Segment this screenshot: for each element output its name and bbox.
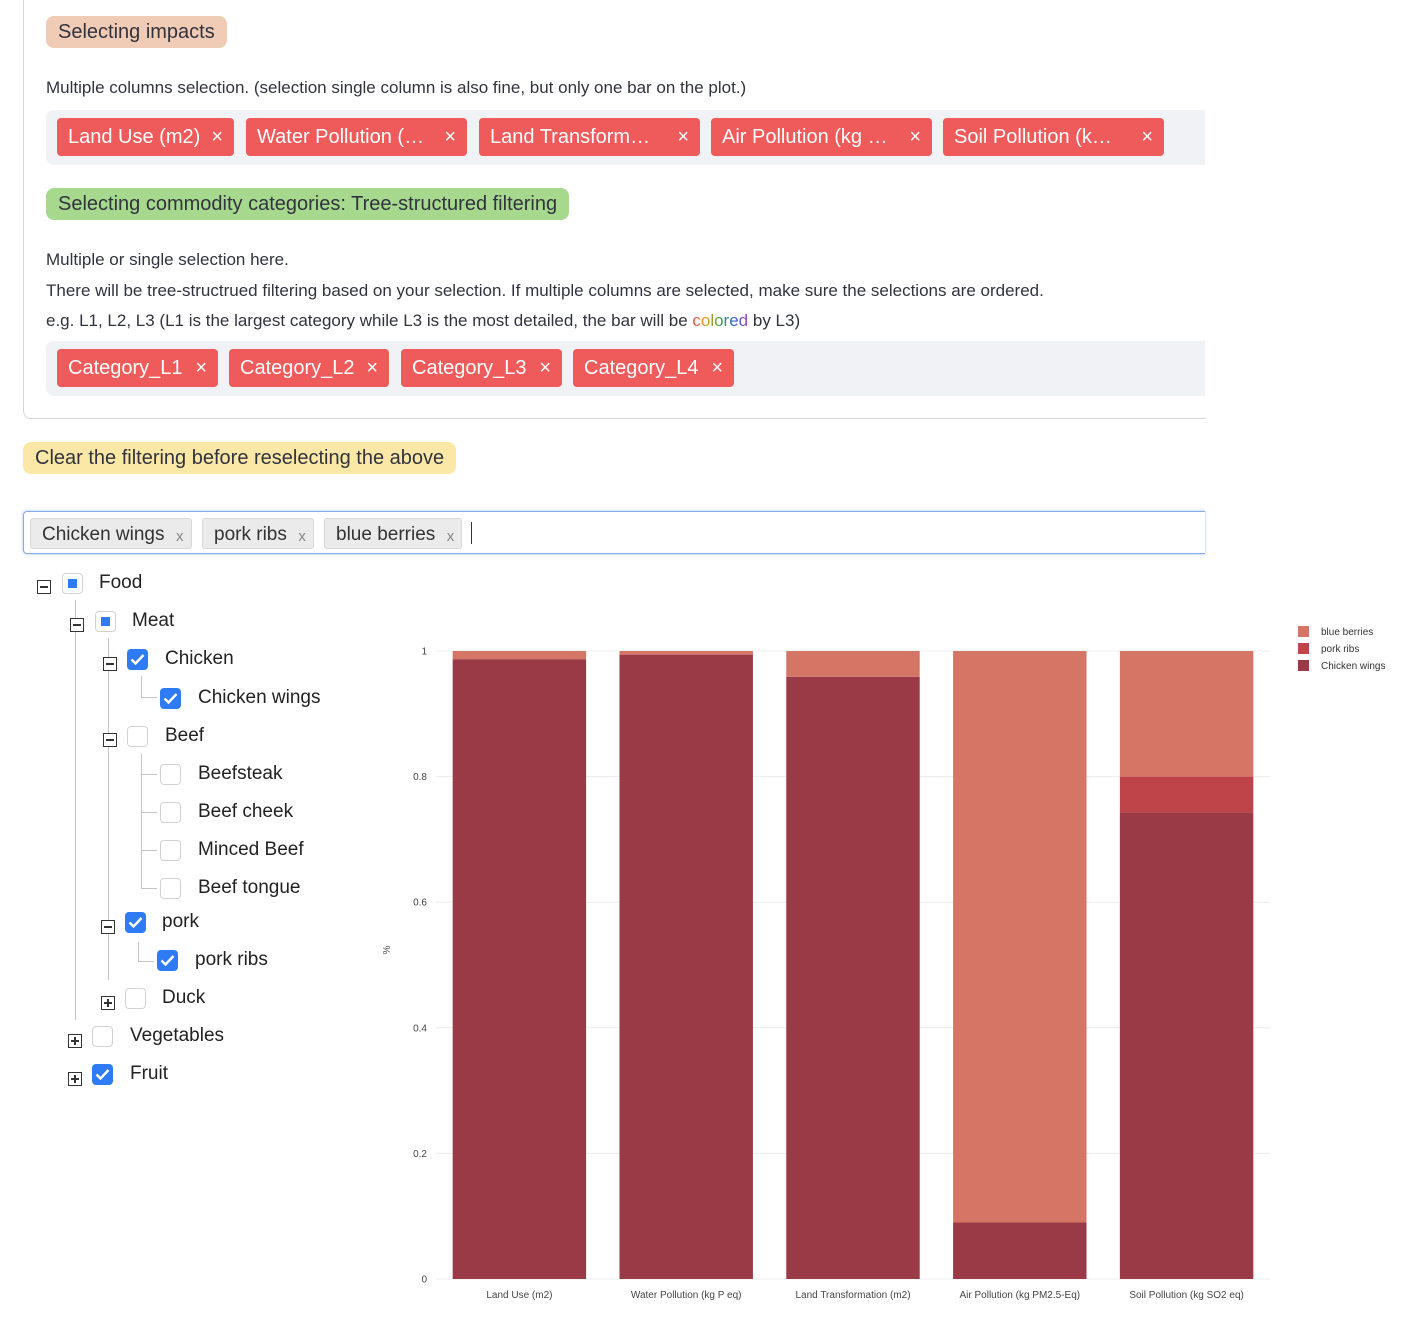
bar-segment[interactable]	[452, 651, 587, 660]
y-tick-label: 0.4	[413, 1023, 427, 1034]
x-tick-label: Land Transformation (m2)	[795, 1290, 910, 1301]
legend-swatch	[1298, 660, 1309, 671]
bar-segment[interactable]	[619, 654, 753, 655]
bar-segment[interactable]	[452, 659, 587, 1279]
y-tick-label: 0.8	[413, 772, 427, 783]
x-tick-label: Water Pollution (kg P eq)	[631, 1290, 742, 1301]
x-tick-label: Soil Pollution (kg SO2 eq)	[1129, 1290, 1244, 1301]
y-tick-label: 1	[421, 647, 427, 658]
bar-segment[interactable]	[619, 654, 753, 1279]
bar-segment[interactable]	[786, 651, 920, 677]
bar-segment[interactable]	[1119, 812, 1254, 1279]
legend-swatch	[1298, 643, 1309, 654]
y-axis-label: %	[382, 945, 393, 954]
bar-segment[interactable]	[619, 651, 753, 655]
legend-label[interactable]: Chicken wings	[1321, 661, 1385, 672]
legend-label[interactable]: blue berries	[1321, 627, 1373, 638]
y-tick-label: 0	[421, 1275, 427, 1286]
bar-segment[interactable]	[953, 1222, 1087, 1279]
bar-segment[interactable]	[1119, 651, 1254, 777]
bar-segment[interactable]	[1119, 776, 1254, 813]
stacked-bar-chart: 0 0.2 0.4 0.6 0.8 1 Land Use (m2) Water Polluti…	[382, 626, 1385, 1301]
x-tick-label: Land Use (m2)	[486, 1290, 552, 1301]
bar-segment[interactable]	[953, 651, 1087, 1223]
y-tick-label: 0.2	[413, 1149, 427, 1160]
bar-segment[interactable]	[786, 676, 920, 1279]
x-tick-label: Air Pollution (kg PM2.5-Eq)	[959, 1290, 1080, 1301]
y-tick-label: 0.6	[413, 898, 427, 909]
legend-label[interactable]: pork ribs	[1321, 644, 1359, 655]
legend-swatch	[1298, 626, 1309, 637]
